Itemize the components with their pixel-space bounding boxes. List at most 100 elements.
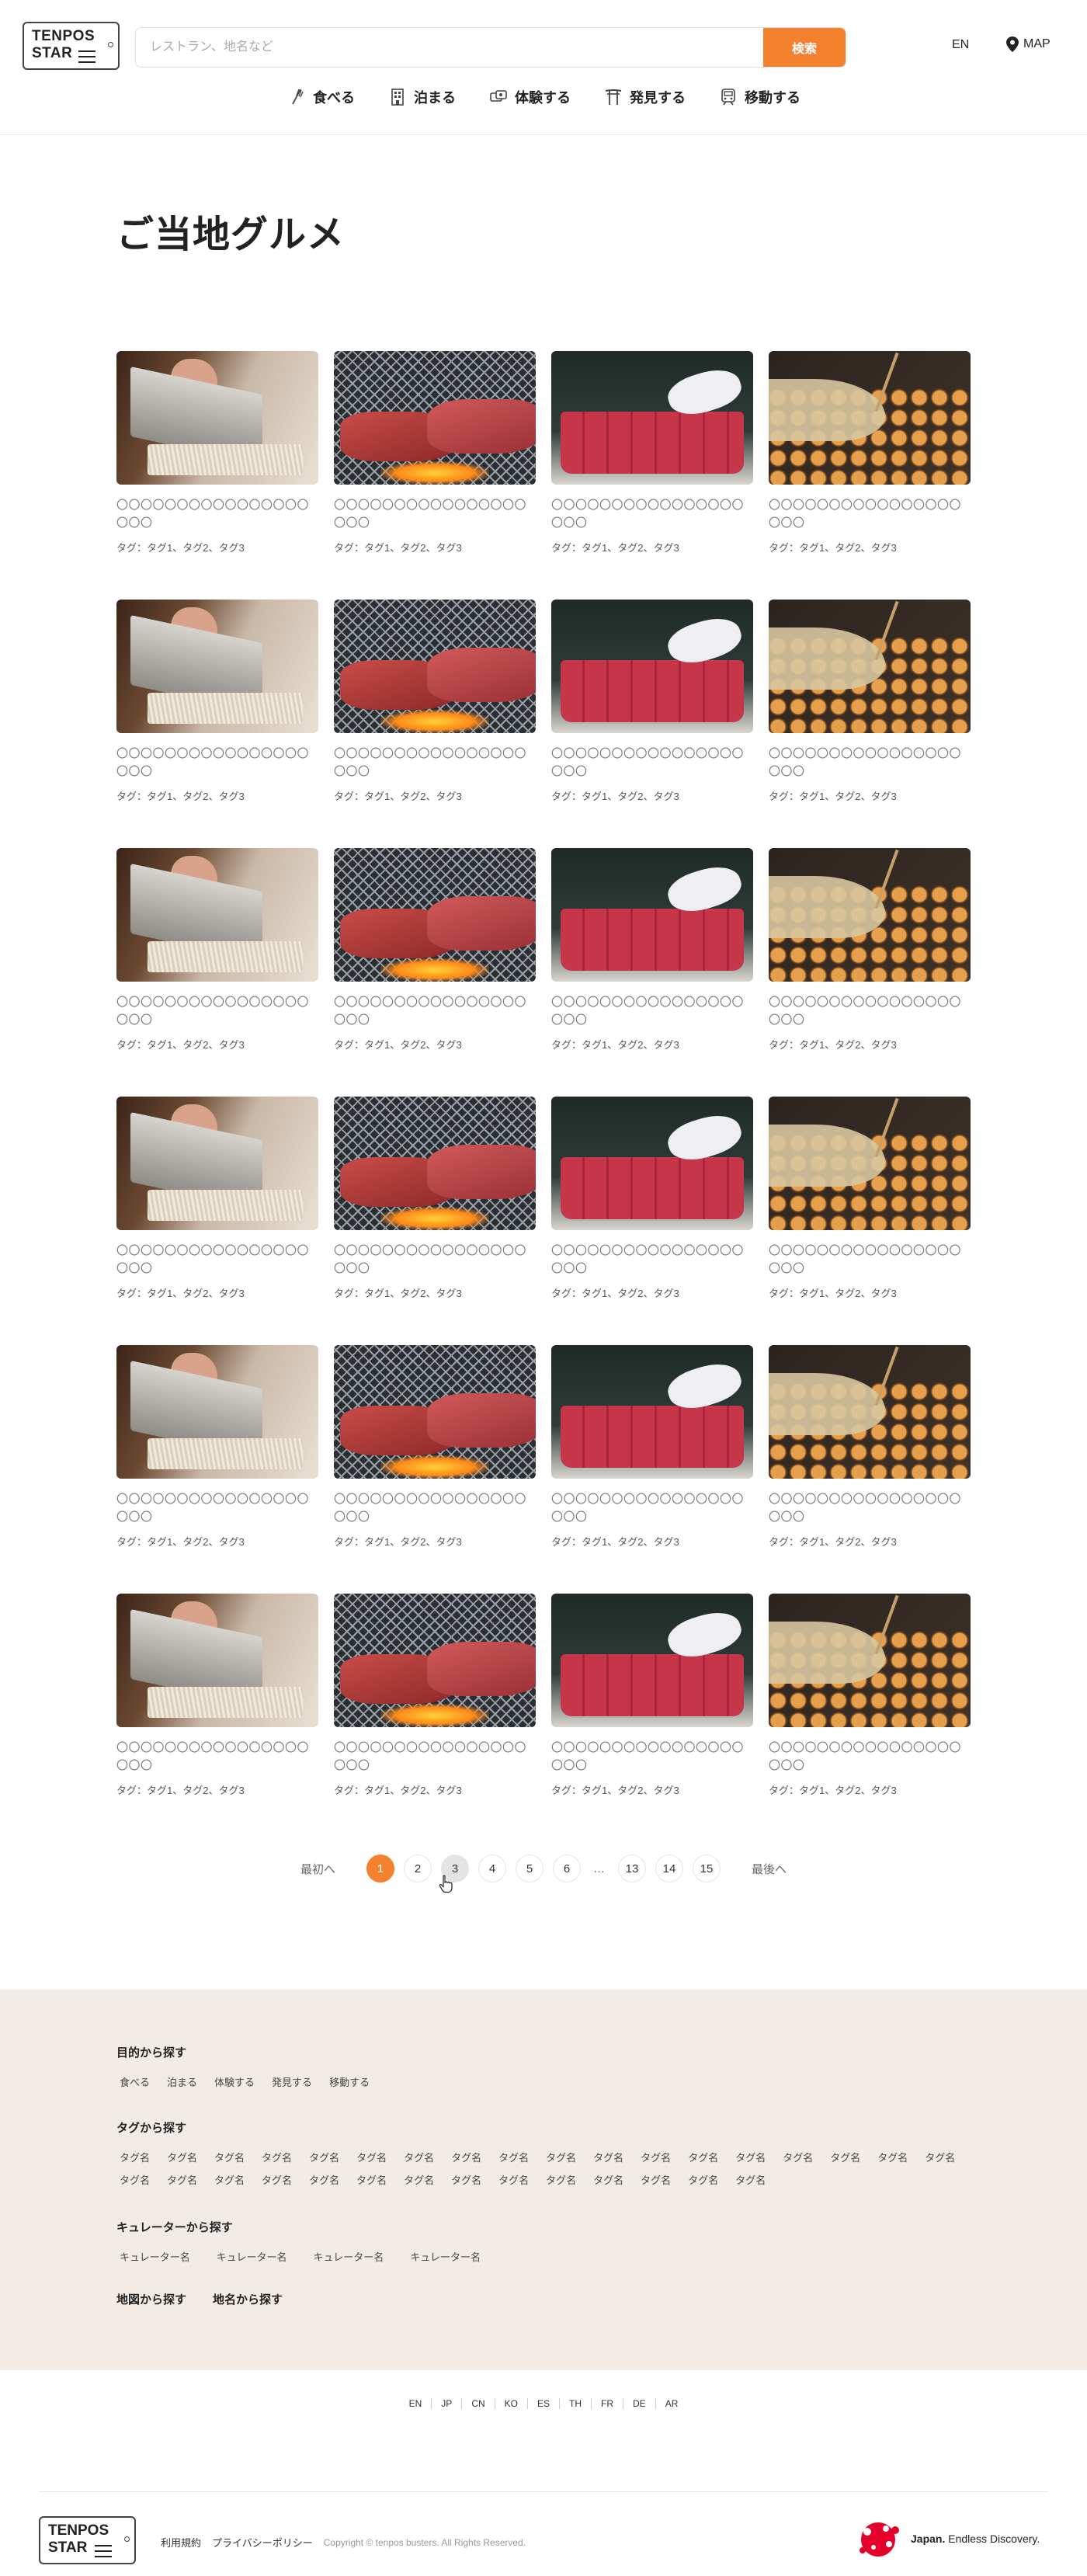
card-title[interactable]: 〇〇〇〇〇〇〇〇〇〇〇〇〇〇〇〇〇〇〇: [769, 496, 971, 532]
pagination-first[interactable]: 最初へ: [300, 1861, 335, 1877]
card-title[interactable]: 〇〇〇〇〇〇〇〇〇〇〇〇〇〇〇〇〇〇〇: [769, 993, 971, 1029]
card-title[interactable]: 〇〇〇〇〇〇〇〇〇〇〇〇〇〇〇〇〇〇〇: [116, 1739, 318, 1775]
footer-tag-link[interactable]: タグ名: [925, 2150, 955, 2164]
card-title[interactable]: 〇〇〇〇〇〇〇〇〇〇〇〇〇〇〇〇〇〇〇: [551, 496, 753, 532]
footer-tag-link[interactable]: タグ名: [593, 2172, 623, 2187]
footer-tag-link[interactable]: タグ名: [688, 2150, 718, 2164]
article-card[interactable]: 〇〇〇〇〇〇〇〇〇〇〇〇〇〇〇〇〇〇〇 タグ：タグ1、タグ2、タグ3: [551, 1345, 753, 1594]
footer-tag-link[interactable]: タグ名: [451, 2150, 481, 2164]
article-card[interactable]: 〇〇〇〇〇〇〇〇〇〇〇〇〇〇〇〇〇〇〇 タグ：タグ1、タグ2、タグ3: [334, 351, 536, 600]
page-button-5[interactable]: 5: [516, 1855, 544, 1882]
article-card[interactable]: 〇〇〇〇〇〇〇〇〇〇〇〇〇〇〇〇〇〇〇 タグ：タグ1、タグ2、タグ3: [551, 1594, 753, 1842]
card-title[interactable]: 〇〇〇〇〇〇〇〇〇〇〇〇〇〇〇〇〇〇〇: [769, 1242, 971, 1278]
card-thumbnail[interactable]: [769, 1345, 971, 1479]
footer-logo[interactable]: TENPOS STAR: [39, 2516, 136, 2564]
nav-item-experience[interactable]: 体験する: [488, 87, 571, 107]
footer-tag-link[interactable]: タグ名: [783, 2150, 813, 2164]
page-button-14[interactable]: 14: [655, 1855, 683, 1882]
card-thumbnail[interactable]: [551, 351, 753, 485]
footer-language-link[interactable]: CN: [461, 2398, 494, 2409]
article-card[interactable]: 〇〇〇〇〇〇〇〇〇〇〇〇〇〇〇〇〇〇〇 タグ：タグ1、タグ2、タグ3: [116, 1594, 318, 1842]
card-thumbnail[interactable]: [769, 1097, 971, 1230]
article-card[interactable]: 〇〇〇〇〇〇〇〇〇〇〇〇〇〇〇〇〇〇〇 タグ：タグ1、タグ2、タグ3: [116, 600, 318, 848]
article-card[interactable]: 〇〇〇〇〇〇〇〇〇〇〇〇〇〇〇〇〇〇〇 タグ：タグ1、タグ2、タグ3: [334, 1097, 536, 1345]
footer-tag-link[interactable]: タグ名: [404, 2150, 434, 2164]
article-card[interactable]: 〇〇〇〇〇〇〇〇〇〇〇〇〇〇〇〇〇〇〇 タグ：タグ1、タグ2、タグ3: [769, 1345, 971, 1594]
pagination-last[interactable]: 最後へ: [752, 1861, 787, 1877]
footer-purpose-link[interactable]: 発見する: [272, 2074, 312, 2089]
article-card[interactable]: 〇〇〇〇〇〇〇〇〇〇〇〇〇〇〇〇〇〇〇 タグ：タグ1、タグ2、タグ3: [116, 1097, 318, 1345]
card-thumbnail[interactable]: [551, 600, 753, 733]
footer-place-link[interactable]: 地名から探す: [213, 2291, 283, 2307]
footer-curator-link[interactable]: キュレーター名: [120, 2249, 190, 2264]
article-card[interactable]: 〇〇〇〇〇〇〇〇〇〇〇〇〇〇〇〇〇〇〇 タグ：タグ1、タグ2、タグ3: [769, 848, 971, 1097]
card-thumbnail[interactable]: [116, 1345, 318, 1479]
page-button-6[interactable]: 6: [553, 1855, 581, 1882]
card-title[interactable]: 〇〇〇〇〇〇〇〇〇〇〇〇〇〇〇〇〇〇〇: [334, 496, 536, 532]
article-card[interactable]: 〇〇〇〇〇〇〇〇〇〇〇〇〇〇〇〇〇〇〇 タグ：タグ1、タグ2、タグ3: [551, 600, 753, 848]
article-card[interactable]: 〇〇〇〇〇〇〇〇〇〇〇〇〇〇〇〇〇〇〇 タグ：タグ1、タグ2、タグ3: [551, 351, 753, 600]
card-thumbnail[interactable]: [334, 600, 536, 733]
footer-tag-link[interactable]: タグ名: [546, 2172, 576, 2187]
card-title[interactable]: 〇〇〇〇〇〇〇〇〇〇〇〇〇〇〇〇〇〇〇: [551, 993, 753, 1029]
footer-language-link[interactable]: TH: [559, 2398, 591, 2409]
footer-language-link[interactable]: FR: [591, 2398, 623, 2409]
card-title[interactable]: 〇〇〇〇〇〇〇〇〇〇〇〇〇〇〇〇〇〇〇: [551, 745, 753, 780]
footer-tag-link[interactable]: タグ名: [214, 2172, 245, 2187]
article-card[interactable]: 〇〇〇〇〇〇〇〇〇〇〇〇〇〇〇〇〇〇〇 タグ：タグ1、タグ2、タグ3: [769, 351, 971, 600]
footer-tag-link[interactable]: タグ名: [309, 2150, 339, 2164]
card-title[interactable]: 〇〇〇〇〇〇〇〇〇〇〇〇〇〇〇〇〇〇〇: [334, 1739, 536, 1775]
footer-tag-link[interactable]: タグ名: [735, 2150, 766, 2164]
card-title[interactable]: 〇〇〇〇〇〇〇〇〇〇〇〇〇〇〇〇〇〇〇: [116, 745, 318, 780]
card-title[interactable]: 〇〇〇〇〇〇〇〇〇〇〇〇〇〇〇〇〇〇〇: [334, 745, 536, 780]
footer-tag-link[interactable]: タグ名: [214, 2150, 245, 2164]
article-card[interactable]: 〇〇〇〇〇〇〇〇〇〇〇〇〇〇〇〇〇〇〇 タグ：タグ1、タグ2、タグ3: [334, 600, 536, 848]
footer-language-link[interactable]: JP: [431, 2398, 461, 2409]
page-button-2[interactable]: 2: [404, 1855, 432, 1882]
footer-tag-link[interactable]: タグ名: [593, 2150, 623, 2164]
card-thumbnail[interactable]: [116, 848, 318, 982]
card-title[interactable]: 〇〇〇〇〇〇〇〇〇〇〇〇〇〇〇〇〇〇〇: [116, 1490, 318, 1526]
card-thumbnail[interactable]: [334, 1594, 536, 1727]
terms-link[interactable]: 利用規約: [161, 2535, 201, 2550]
footer-tag-link[interactable]: タグ名: [546, 2150, 576, 2164]
card-thumbnail[interactable]: [551, 1594, 753, 1727]
card-thumbnail[interactable]: [769, 1594, 971, 1727]
article-card[interactable]: 〇〇〇〇〇〇〇〇〇〇〇〇〇〇〇〇〇〇〇 タグ：タグ1、タグ2、タグ3: [551, 1097, 753, 1345]
article-card[interactable]: 〇〇〇〇〇〇〇〇〇〇〇〇〇〇〇〇〇〇〇 タグ：タグ1、タグ2、タグ3: [334, 1594, 536, 1842]
footer-tag-link[interactable]: タグ名: [356, 2172, 387, 2187]
footer-curator-link[interactable]: キュレーター名: [314, 2249, 384, 2264]
card-thumbnail[interactable]: [334, 351, 536, 485]
card-thumbnail[interactable]: [334, 1097, 536, 1230]
card-thumbnail[interactable]: [334, 848, 536, 982]
footer-tag-link[interactable]: タグ名: [356, 2150, 387, 2164]
language-switch[interactable]: EN: [952, 38, 969, 52]
page-button-4[interactable]: 4: [478, 1855, 506, 1882]
article-card[interactable]: 〇〇〇〇〇〇〇〇〇〇〇〇〇〇〇〇〇〇〇 タグ：タグ1、タグ2、タグ3: [116, 1345, 318, 1594]
footer-tag-link[interactable]: タグ名: [641, 2172, 671, 2187]
footer-tag-link[interactable]: タグ名: [830, 2150, 860, 2164]
article-card[interactable]: 〇〇〇〇〇〇〇〇〇〇〇〇〇〇〇〇〇〇〇 タグ：タグ1、タグ2、タグ3: [769, 600, 971, 848]
card-title[interactable]: 〇〇〇〇〇〇〇〇〇〇〇〇〇〇〇〇〇〇〇: [334, 1242, 536, 1278]
card-thumbnail[interactable]: [116, 1097, 318, 1230]
nav-item-move[interactable]: 移動する: [718, 87, 800, 107]
footer-tag-link[interactable]: タグ名: [262, 2150, 292, 2164]
footer-purpose-link[interactable]: 泊まる: [167, 2074, 197, 2089]
footer-purpose-link[interactable]: 移動する: [329, 2074, 370, 2089]
card-thumbnail[interactable]: [116, 600, 318, 733]
footer-tag-link[interactable]: タグ名: [120, 2172, 150, 2187]
card-title[interactable]: 〇〇〇〇〇〇〇〇〇〇〇〇〇〇〇〇〇〇〇: [116, 993, 318, 1029]
card-title[interactable]: 〇〇〇〇〇〇〇〇〇〇〇〇〇〇〇〇〇〇〇: [551, 1490, 753, 1526]
privacy-link[interactable]: プライバシーポリシー: [212, 2535, 313, 2550]
footer-curator-link[interactable]: キュレーター名: [217, 2249, 287, 2264]
card-title[interactable]: 〇〇〇〇〇〇〇〇〇〇〇〇〇〇〇〇〇〇〇: [551, 1242, 753, 1278]
nav-item-eat[interactable]: 食べる: [287, 87, 355, 107]
footer-tag-link[interactable]: タグ名: [877, 2150, 908, 2164]
search-button[interactable]: 検索: [763, 28, 846, 67]
article-card[interactable]: 〇〇〇〇〇〇〇〇〇〇〇〇〇〇〇〇〇〇〇 タグ：タグ1、タグ2、タグ3: [334, 1345, 536, 1594]
footer-tag-link[interactable]: タグ名: [688, 2172, 718, 2187]
footer-purpose-link[interactable]: 食べる: [120, 2074, 150, 2089]
nav-item-discover[interactable]: 発見する: [603, 87, 686, 107]
footer-tag-link[interactable]: タグ名: [120, 2150, 150, 2164]
footer-tag-link[interactable]: タグ名: [641, 2150, 671, 2164]
